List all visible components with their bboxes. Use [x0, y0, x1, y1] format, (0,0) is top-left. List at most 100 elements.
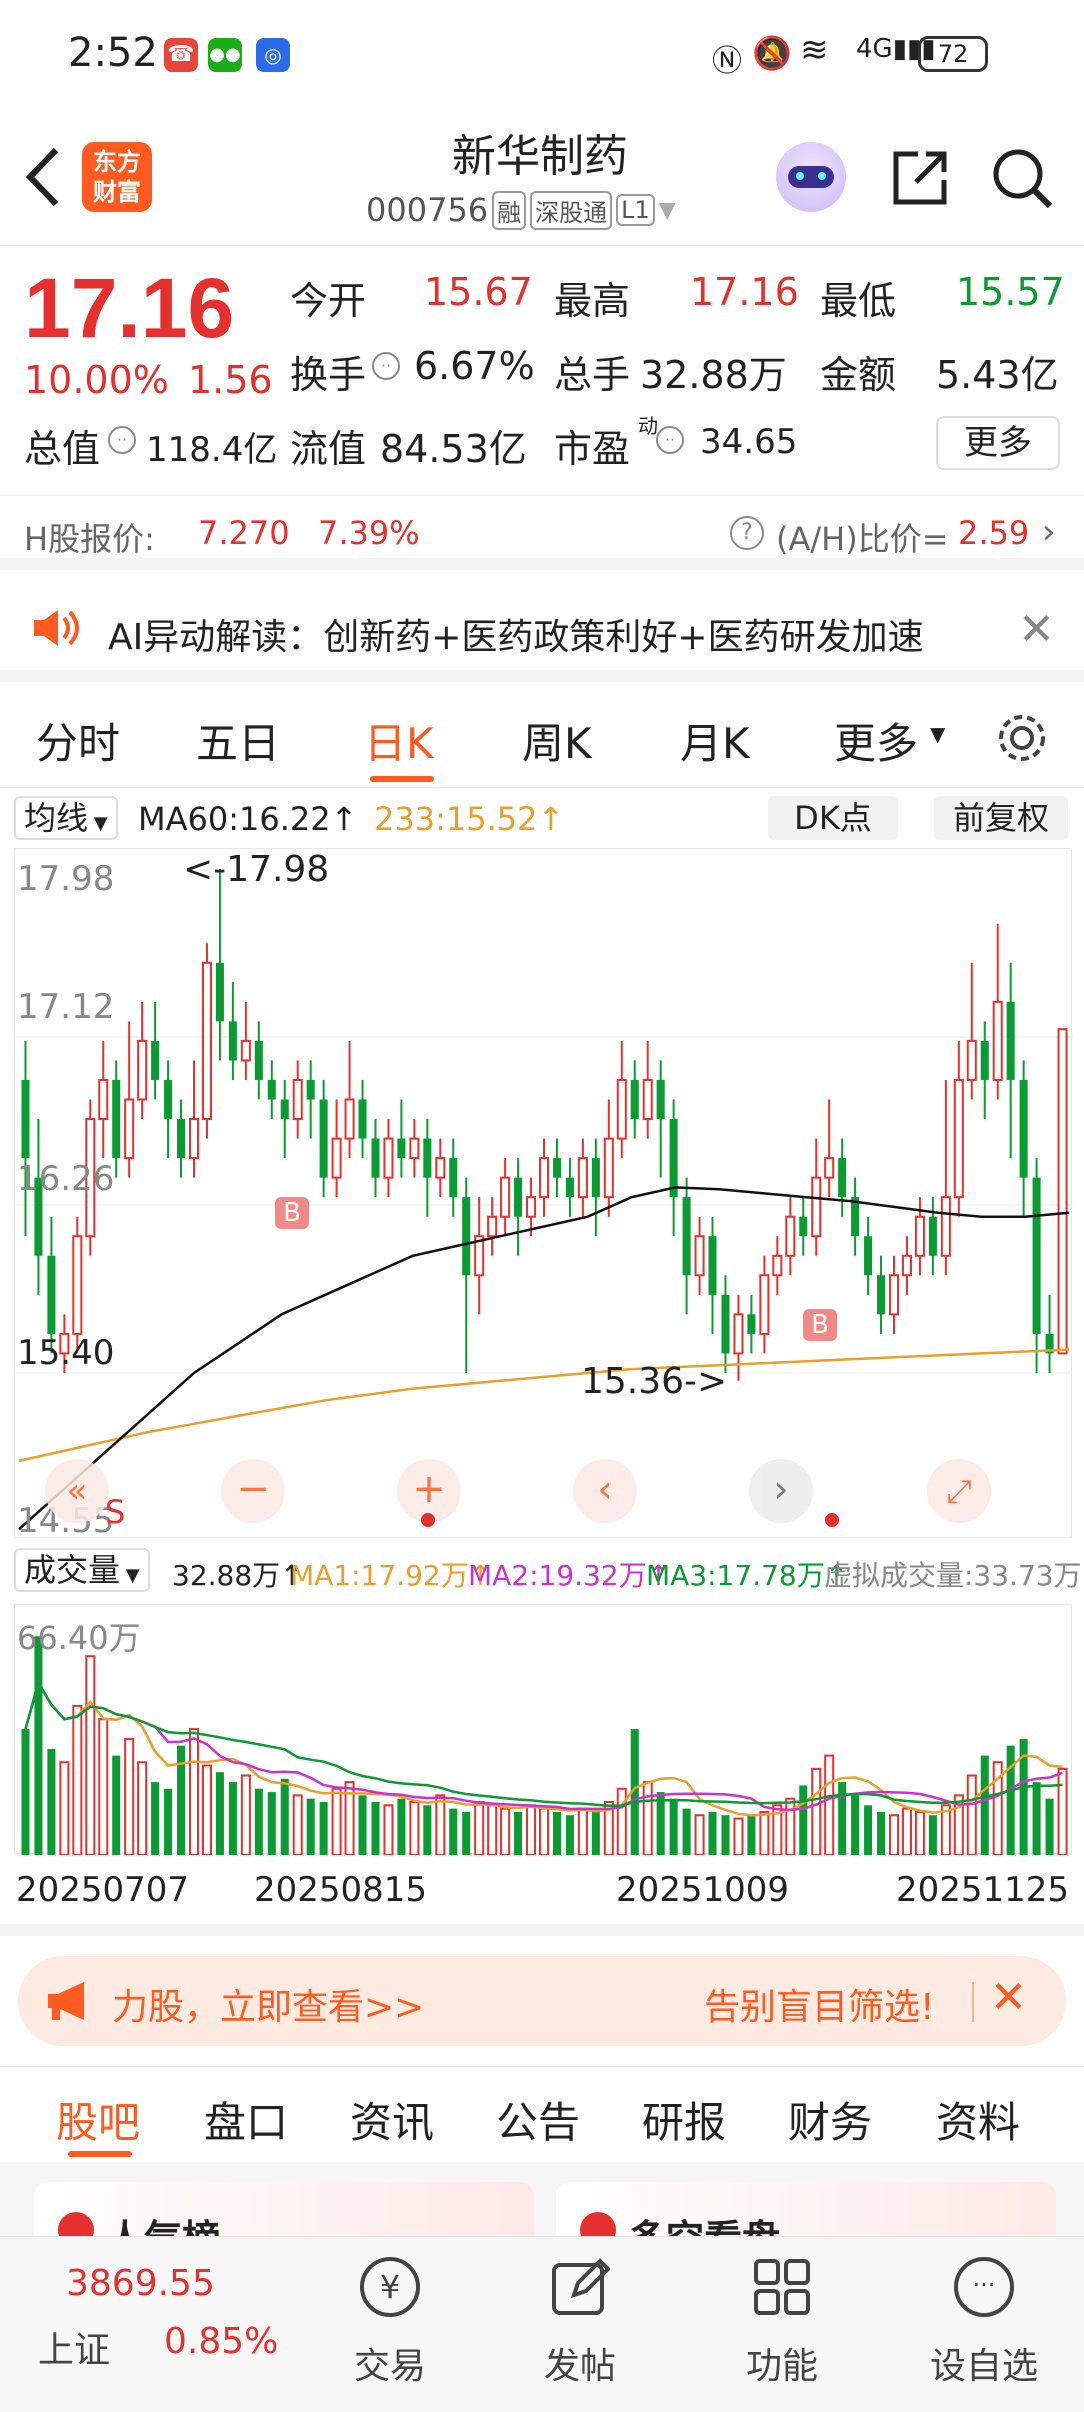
candle-body: [397, 1138, 406, 1159]
volume-ma2-label: MA2:19.32万↑: [468, 1559, 671, 1592]
candle-body: [785, 1215, 796, 1257]
adjust-button[interactable]: 前复权: [934, 796, 1068, 840]
close-icon[interactable]: ✕: [1018, 604, 1055, 655]
brand-line1: 东方: [93, 148, 141, 176]
nav-add-watchlist[interactable]: ··· 设自选: [914, 2247, 1054, 2397]
buy-marker-1[interactable]: B: [275, 1197, 309, 1229]
stock-title: 新华制药: [452, 131, 628, 182]
search-icon[interactable]: [990, 146, 1054, 210]
volume-bar: [409, 1800, 420, 1855]
volume-ma1-label: MA1:17.92万↑: [290, 1559, 493, 1592]
dk-button[interactable]: DK点: [768, 796, 898, 840]
tab-more[interactable]: 更多: [834, 710, 918, 771]
index-name[interactable]: 上证: [38, 2321, 110, 2373]
pe-info-icon[interactable]: ··: [656, 426, 684, 454]
volume-value: 32.88万: [640, 353, 787, 397]
tab-profile[interactable]: 资料: [936, 2089, 1020, 2150]
volume-bar: [552, 1811, 561, 1855]
tab-intraday[interactable]: 分时: [36, 710, 120, 771]
candle-body: [137, 1039, 148, 1101]
candle-body: [371, 1138, 380, 1178]
nav-trade[interactable]: ¥ 交易: [330, 2247, 450, 2397]
volume-bar: [331, 1787, 342, 1855]
tab-news[interactable]: 资讯: [350, 2089, 434, 2150]
buy-marker-2[interactable]: B: [803, 1309, 837, 1341]
index-pct[interactable]: 0.85%: [164, 2321, 278, 2362]
nfc-icon: Ⓝ: [712, 44, 742, 79]
candle-body: [708, 1236, 717, 1295]
kline-chart[interactable]: 17.98 17.12 16.26 15.40 14.55 <-17.98 15…: [14, 848, 1073, 1541]
volume-bar: [799, 1785, 808, 1855]
card-popularity[interactable]: 人气榜: [34, 2182, 534, 2236]
dropdown-triangle-icon[interactable]: ▼: [659, 198, 676, 223]
tab-forum-underline: [68, 2151, 132, 2157]
promo-close-icon[interactable]: ✕: [990, 1972, 1027, 2023]
volume-bar: [267, 1792, 276, 1855]
volume-bar: [669, 1798, 678, 1855]
ai-robot-icon[interactable]: [776, 142, 846, 212]
high-label: 最高: [554, 279, 631, 323]
candle-body: [331, 1137, 342, 1179]
kline-header: 均线 ▼ MA60:16.22↑ 233:15.52↑ DK点 前复权: [0, 788, 1084, 848]
nav-post[interactable]: 发帖: [520, 2247, 640, 2397]
settings-gear-icon[interactable]: [994, 710, 1050, 766]
volume-chart[interactable]: 66.40万: [14, 1604, 1072, 1855]
nav-trade-label: 交易: [353, 2346, 426, 2387]
card-long-short[interactable]: 多空看盘: [556, 2182, 1056, 2236]
indicator-select[interactable]: 均线 ▼: [14, 796, 118, 840]
share-icon[interactable]: [888, 146, 952, 210]
candle-body: [747, 1314, 756, 1334]
volume-bar: [474, 1800, 485, 1855]
candle-body: [435, 1157, 446, 1179]
brand-logo[interactable]: 东方 财富: [82, 142, 152, 212]
scroll-left-button[interactable]: ‹: [573, 1459, 637, 1523]
mktcap-info-icon[interactable]: ··: [108, 426, 136, 454]
badge-connect: 深股通: [530, 190, 613, 230]
bottom-nav: 3869.55 上证 0.85% ¥ 交易 发帖 功能 ··· 设自选: [0, 2236, 1084, 2412]
volume-bar: [616, 1787, 627, 1855]
promo-banner[interactable]: 力股，立即查看>> 告别盲目筛选! ✕: [18, 1956, 1066, 2046]
volume-indicator-select[interactable]: 成交量 ▼: [14, 1548, 150, 1592]
turnover-info-icon[interactable]: ··: [372, 352, 400, 380]
tab-forum[interactable]: 股吧: [56, 2089, 140, 2150]
mute-icon: 🔕: [752, 34, 792, 72]
scroll-right-button[interactable]: ›: [749, 1459, 813, 1523]
ai-banner[interactable]: AI异动解读：创新药+医药政策利好+医药研发加速 ✕: [0, 582, 1084, 682]
tab-announcements[interactable]: 公告: [496, 2089, 580, 2150]
tab-orderbook[interactable]: 盘口: [204, 2089, 288, 2150]
volume-bar: [1006, 1745, 1015, 1855]
tab-financials[interactable]: 财务: [788, 2089, 872, 2150]
tab-monthly-k[interactable]: 月K: [680, 710, 750, 771]
red-dot-1: [421, 1513, 435, 1527]
candle-body: [21, 1079, 30, 1159]
nav-functions[interactable]: 功能: [722, 2247, 842, 2397]
scroll-left-fast-button[interactable]: «: [45, 1459, 109, 1523]
volume-bar: [980, 1755, 989, 1855]
volume-bar: [1045, 1798, 1054, 1855]
back-arrow-icon[interactable]: [18, 142, 68, 212]
candle-body: [280, 1099, 289, 1120]
stock-code: 000756: [366, 191, 489, 229]
fullscreen-button[interactable]: ⤢: [927, 1459, 991, 1523]
volume-bar: [851, 1795, 860, 1855]
tab-daily-k[interactable]: 日K: [364, 710, 434, 771]
more-button[interactable]: 更多: [936, 416, 1060, 470]
candle-body: [306, 1079, 315, 1100]
edit-icon: [550, 2257, 610, 2317]
index-value[interactable]: 3869.55: [66, 2263, 215, 2304]
tab-research[interactable]: 研报: [642, 2089, 726, 2150]
candle-body: [992, 1000, 1003, 1081]
nav-post-label: 发帖: [543, 2346, 616, 2387]
volume-bar: [682, 1808, 691, 1855]
candle-body: [1032, 1177, 1041, 1334]
brand-line2: 财富: [93, 178, 141, 206]
tab-five-day[interactable]: 五日: [196, 710, 280, 771]
ma60-label: MA60:16.22↑: [138, 800, 358, 838]
help-icon[interactable]: ?: [730, 516, 764, 550]
card-popularity-title: 人气榜: [106, 2208, 220, 2236]
hshare-row[interactable]: H股报价: 7.270 7.39% ? (A/H)比价= 2.59 ›: [0, 496, 1084, 570]
tab-weekly-k[interactable]: 周K: [522, 710, 592, 771]
zoom-out-button[interactable]: −: [221, 1459, 285, 1523]
volume-bar: [864, 1805, 873, 1855]
volume-bar: [151, 1782, 160, 1855]
